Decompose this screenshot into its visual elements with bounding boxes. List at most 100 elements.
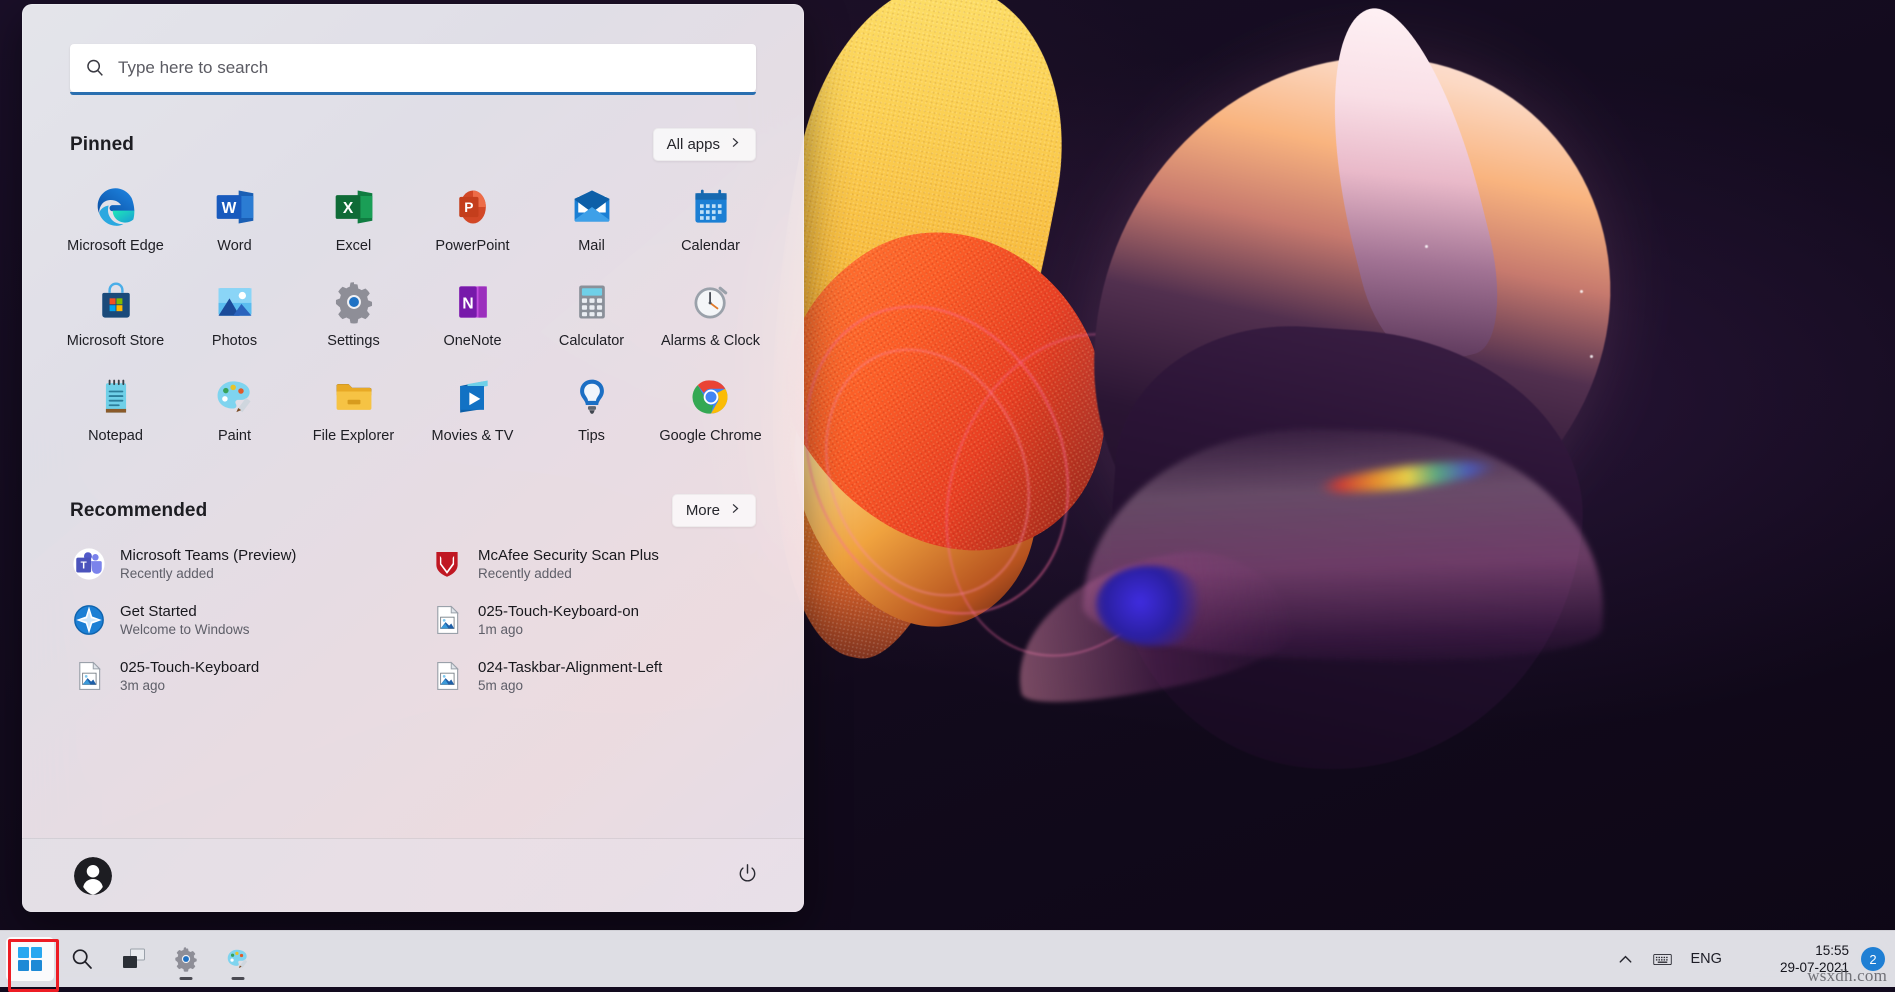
recommended-item[interactable]: 024-Taskbar-Alignment-Left5m ago <box>420 649 764 703</box>
start-menu-panel[interactable]: Pinned All apps Microsoft Edge <box>22 4 804 912</box>
chevron-up-icon <box>1616 950 1635 969</box>
svg-text:P: P <box>464 200 473 215</box>
pinned-app-label: PowerPoint <box>435 238 509 254</box>
pinned-app-word[interactable]: WWord <box>175 175 294 262</box>
recommended-header: Recommended More <box>22 494 804 527</box>
task-view-icon <box>121 946 147 972</box>
pinned-app-microsoft-store[interactable]: Microsoft Store <box>56 270 175 357</box>
all-apps-button[interactable]: All apps <box>653 128 756 161</box>
recommended-item-title: 024-Taskbar-Alignment-Left <box>478 659 662 676</box>
pinned-app-settings[interactable]: Settings <box>294 270 413 357</box>
recommended-item-title: McAfee Security Scan Plus <box>478 547 659 564</box>
search-icon <box>84 57 106 79</box>
pinned-app-label: Paint <box>218 428 251 444</box>
more-button[interactable]: More <box>672 494 756 527</box>
system-tray: ENG <box>1607 937 1895 981</box>
pinned-app-notepad[interactable]: Notepad <box>56 365 175 452</box>
pinned-app-google-chrome[interactable]: Google Chrome <box>651 365 770 452</box>
notepad-icon <box>94 375 138 419</box>
pinned-app-file-explorer[interactable]: File Explorer <box>294 365 413 452</box>
start-button[interactable] <box>6 937 54 981</box>
recommended-item-title: Get Started <box>120 603 250 620</box>
tips-lightbulb-icon <box>570 375 614 419</box>
pinned-app-movies-tv[interactable]: Movies & TV <box>413 365 532 452</box>
language-indicator[interactable]: ENG <box>1681 951 1732 967</box>
pinned-app-label: Alarms & Clock <box>661 333 760 349</box>
mail-icon <box>570 185 614 229</box>
recommended-item[interactable]: 025-Touch-Keyboard-on 1m ago <box>420 593 764 647</box>
pinned-apps-grid: Microsoft Edge WWord XExcel PPowerPoint … <box>22 161 804 452</box>
pinned-app-tips[interactable]: Tips <box>532 365 651 452</box>
notification-badge[interactable]: 2 <box>1861 947 1885 971</box>
touch-keyboard-button[interactable] <box>1644 937 1681 981</box>
pinned-app-powerpoint[interactable]: P PowerPoint <box>413 175 532 262</box>
photos-icon <box>213 280 257 324</box>
search-button[interactable] <box>58 937 106 981</box>
user-avatar-icon[interactable] <box>74 857 112 895</box>
recommended-item[interactable]: McAfee Security Scan Plus Recently added <box>420 537 764 591</box>
recommended-item-text: Microsoft Teams (Preview) Recently added <box>120 547 296 581</box>
clock-date: 29-07-2021 <box>1780 959 1849 976</box>
pinned-app-label: Notepad <box>88 428 143 444</box>
recommended-item-subtitle: 1m ago <box>478 622 639 637</box>
pinned-app-label: File Explorer <box>313 428 394 444</box>
pinned-app-alarms-clock[interactable]: Alarms & Clock <box>651 270 770 357</box>
search-input[interactable] <box>118 58 742 78</box>
pinned-app-calendar[interactable]: Calendar <box>651 175 770 262</box>
movies-tv-icon <box>451 375 495 419</box>
pinned-app-excel[interactable]: XExcel <box>294 175 413 262</box>
pinned-header: Pinned All apps <box>22 128 804 161</box>
clock[interactable]: 15:55 29-07-2021 <box>1774 942 1859 977</box>
pinned-app-microsoft-edge[interactable]: Microsoft Edge <box>56 175 175 262</box>
pinned-app-label: Tips <box>578 428 605 444</box>
touch-keyboard-icon <box>1653 950 1672 969</box>
pinned-app-paint[interactable]: Paint <box>175 365 294 452</box>
pinned-app-label: Calculator <box>559 333 624 349</box>
pinned-app-label: Calendar <box>681 238 740 254</box>
recommended-item-text: 025-Touch-Keyboard-on 1m ago <box>478 603 639 637</box>
pinned-app-photos[interactable]: Photos <box>175 270 294 357</box>
alarms-clock-icon <box>689 280 733 324</box>
pinned-app-calculator[interactable]: Calculator <box>532 270 651 357</box>
search-area <box>22 4 804 92</box>
taskbar[interactable]: ENG <box>0 930 1895 987</box>
start-menu-content: Pinned All apps Microsoft Edge <box>22 4 804 838</box>
power-button[interactable] <box>730 859 764 893</box>
settings-button[interactable] <box>162 937 210 981</box>
pinned-app-mail[interactable]: Mail <box>532 175 651 262</box>
task-view-button[interactable] <box>110 937 158 981</box>
search-box[interactable] <box>70 44 756 92</box>
recommended-item-text: Get Started Welcome to Windows <box>120 603 250 637</box>
pinned-app-label: Mail <box>578 238 605 254</box>
recommended-item-subtitle: Recently added <box>478 566 659 581</box>
wallpaper-spark <box>1580 290 1583 293</box>
recommended-item[interactable]: 025-Touch-Keyboard3m ago <box>62 649 406 703</box>
power-icon <box>736 862 759 890</box>
recommended-title: Recommended <box>70 500 207 522</box>
recommended-item-subtitle: Welcome to Windows <box>120 622 250 637</box>
paint-palette-icon <box>225 946 251 972</box>
pinned-app-label: Google Chrome <box>659 428 761 444</box>
tray-overflow-button[interactable] <box>1607 937 1644 981</box>
chevron-right-icon <box>729 502 742 519</box>
paint-button[interactable] <box>214 937 262 981</box>
pinned-app-label: Photos <box>212 333 257 349</box>
recommended-item[interactable]: Get Started Welcome to Windows <box>62 593 406 647</box>
pinned-title: Pinned <box>70 134 134 156</box>
recommended-item-title: 025-Touch-Keyboard-on <box>478 603 639 620</box>
tray-status-cluster[interactable] <box>1732 937 1774 981</box>
recommended-list: T Microsoft Teams (Preview) Recently added… <box>22 527 804 703</box>
clock-time: 15:55 <box>1815 942 1849 959</box>
svg-text:T: T <box>81 561 87 572</box>
running-indicator <box>232 977 245 980</box>
all-apps-label: All apps <box>667 136 720 153</box>
paint-palette-icon <box>213 375 257 419</box>
recommended-item-text: 025-Touch-Keyboard3m ago <box>120 659 259 693</box>
powerpoint-icon: P <box>451 185 495 229</box>
recommended-item-title: Microsoft Teams (Preview) <box>120 547 296 564</box>
settings-gear-icon <box>332 280 376 324</box>
image-file-icon <box>72 659 106 693</box>
recommended-item-subtitle: Recently added <box>120 566 296 581</box>
pinned-app-onenote[interactable]: NOneNote <box>413 270 532 357</box>
recommended-item[interactable]: T Microsoft Teams (Preview) Recently added <box>62 537 406 591</box>
